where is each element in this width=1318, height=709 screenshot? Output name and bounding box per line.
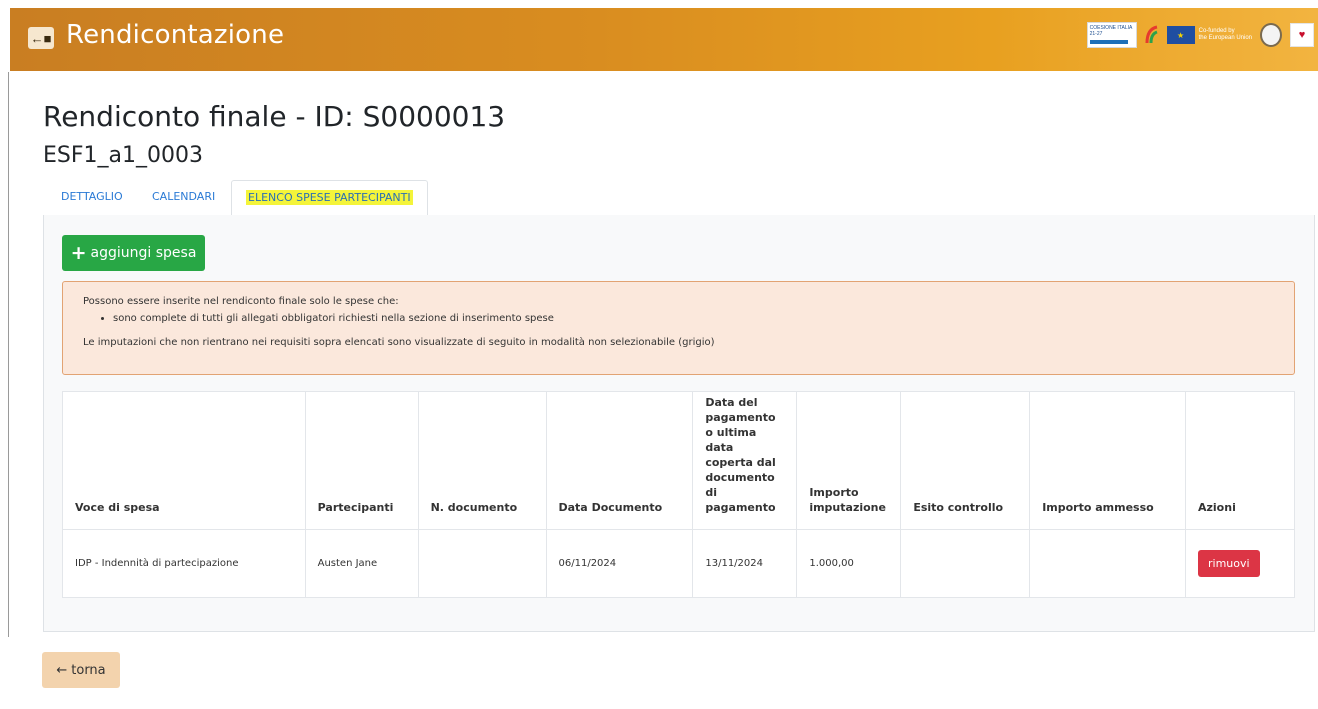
arrow-left-icon: ← (56, 662, 68, 678)
tab-elenco-spese-partecipanti[interactable]: ELENCO SPESE PARTECIPANTI (231, 180, 428, 217)
cell-importo-imputazione: 1.000,00 (796, 529, 902, 598)
tab-calendari[interactable]: CALENDARI (138, 180, 229, 214)
table-row: IDP - Indennità di partecipazione Austen… (62, 529, 1295, 598)
back-button-label: torna (71, 662, 106, 678)
tab-label-highlighted: ELENCO SPESE PARTECIPANTI (246, 190, 413, 205)
app-header: ←■ Rendicontazione COESIONE ITALIA 21-27… (10, 8, 1318, 71)
tab-dettaglio[interactable]: DETTAGLIO (47, 180, 137, 214)
alert-intro: Possono essere inserite nel rendiconto f… (83, 296, 399, 307)
app-title: Rendicontazione (66, 20, 285, 50)
column-header: Data Documento (545, 391, 694, 530)
coesione-logo: COESIONE ITALIA 21-27 (1086, 22, 1137, 48)
italian-republic-emblem-icon (1260, 23, 1282, 47)
column-header: Partecipanti (304, 391, 419, 530)
column-header: Data del pagamento o ultima data coperta… (692, 391, 798, 530)
back-button[interactable]: ← torna (42, 652, 120, 688)
requirements-alert: Possono essere inserite nel rendiconto f… (62, 281, 1295, 375)
cell-azioni: rimuovi (1185, 529, 1295, 598)
province-logo-icon: ♥ (1290, 23, 1314, 47)
coesione-arc-icon (1145, 25, 1158, 44)
page-border (8, 72, 9, 637)
sponsor-logos: COESIONE ITALIA 21-27 ★ Co-funded by the… (1086, 20, 1314, 50)
alert-list-item: sono complete di tutti gli allegati obbl… (113, 311, 1274, 326)
eu-flag-icon: ★ (1166, 26, 1195, 44)
cell-data-pagamento: 13/11/2024 (692, 529, 798, 598)
page-subtitle: ESF1_a1_0003 (43, 143, 203, 168)
column-header: Importo ammesso (1029, 391, 1186, 530)
cell-voce-di-spesa: IDP - Indennità di partecipazione (62, 529, 306, 598)
add-expense-label: aggiungi spesa (90, 245, 197, 261)
column-header: Esito controllo (900, 391, 1031, 530)
cell-importo-ammesso (1029, 529, 1186, 598)
tab-bar: DETTAGLIO CALENDARI ELENCO SPESE PARTECI… (43, 180, 1315, 217)
page-title: Rendiconto finale - ID: S0000013 (43, 100, 506, 133)
column-header: Azioni (1185, 391, 1295, 530)
cell-partecipanti: Austen Jane (304, 529, 419, 598)
cell-data-documento: 06/11/2024 (545, 529, 694, 598)
column-header: Importo imputazione (796, 391, 902, 530)
column-header: N. documento (417, 391, 547, 530)
remove-button[interactable]: rimuovi (1198, 550, 1260, 577)
back-to-app-icon[interactable]: ←■ (28, 27, 54, 49)
cell-n-documento (417, 529, 547, 598)
column-header: Voce di spesa (62, 391, 306, 530)
alert-note: Le imputazioni che non rientrano nei req… (83, 337, 715, 348)
table-header-row: Voce di spesa Partecipanti N. documento … (62, 391, 1295, 530)
plus-icon: + (70, 241, 87, 264)
add-expense-button[interactable]: + aggiungi spesa (62, 235, 205, 271)
eu-logo: ★ Co-funded by the European Union (1166, 26, 1252, 44)
expenses-table: Voce di spesa Partecipanti N. documento … (62, 391, 1295, 598)
cell-esito-controllo (900, 529, 1031, 598)
alert-list: sono complete di tutti gli allegati obbl… (83, 311, 1274, 326)
